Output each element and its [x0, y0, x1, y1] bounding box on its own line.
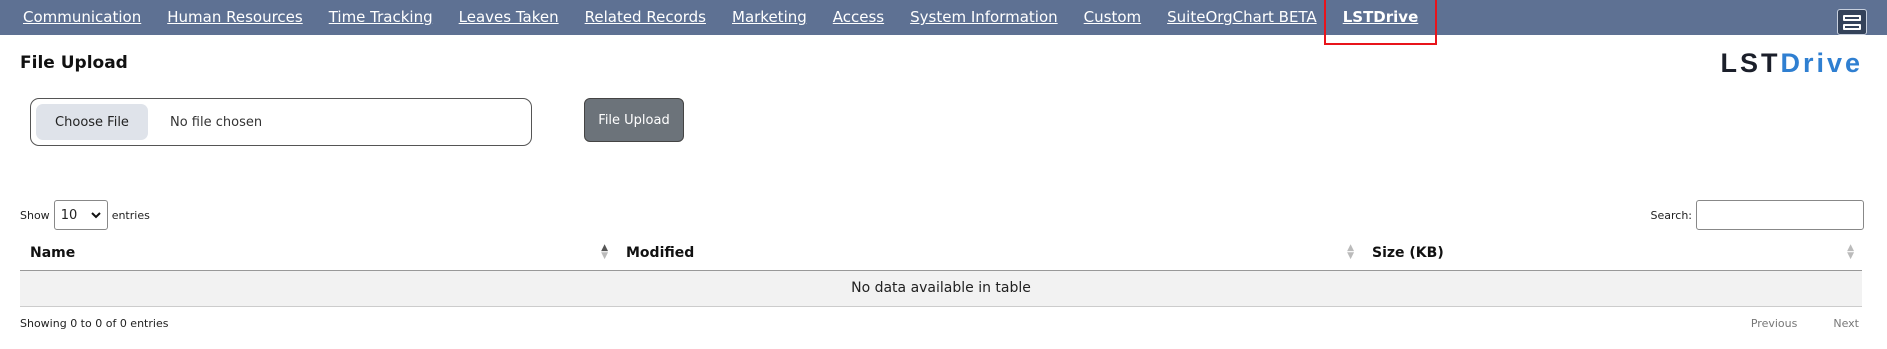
menu-icon: [1843, 14, 1861, 21]
page-length-select[interactable]: 10: [53, 200, 108, 230]
file-input[interactable]: Choose File No file chosen: [30, 98, 532, 146]
page-length-value: 10: [60, 207, 78, 223]
top-nav-bar: Communication Human Resources Time Track…: [0, 0, 1887, 45]
nav-item-custom[interactable]: Custom: [1071, 0, 1154, 35]
file-upload-button[interactable]: File Upload: [584, 98, 684, 142]
previous-page-button[interactable]: Previous: [1751, 317, 1798, 330]
nav-item-lstdrive[interactable]: LSTDrive: [1323, 0, 1438, 45]
table-header-row: Name ▲ ▼ Modified ▲ ▼ Size (KB) ▲ ▼: [20, 236, 1862, 271]
search-input[interactable]: [1696, 200, 1864, 230]
choose-file-button[interactable]: Choose File: [36, 104, 148, 140]
nav-item-marketing[interactable]: Marketing: [719, 0, 820, 35]
column-header-size[interactable]: Size (KB) ▲ ▼: [1362, 236, 1862, 271]
nav-item-time-tracking[interactable]: Time Tracking: [316, 0, 446, 35]
entries-label: entries: [111, 208, 150, 222]
logo-part-drive: Drive: [1780, 48, 1863, 78]
chevron-down-icon: [90, 211, 101, 218]
table-row: No data available in table: [20, 270, 1862, 307]
menu-icon-bar: [1843, 23, 1861, 30]
show-label: Show: [20, 208, 50, 222]
search-label: Search:: [1650, 208, 1693, 222]
page-length-control: Show 10 entries: [20, 200, 150, 230]
next-page-button[interactable]: Next: [1833, 317, 1859, 330]
nav-item-system-information[interactable]: System Information: [897, 0, 1071, 35]
column-header-modified-label: Modified: [626, 244, 695, 261]
file-status-text: No file chosen: [170, 114, 263, 130]
column-header-name-label: Name: [30, 244, 76, 261]
sort-icon: ▲ ▼: [1347, 243, 1354, 261]
nav-item-suiteorgchart[interactable]: SuiteOrgChart BETA: [1154, 0, 1330, 35]
nav-item-related-records[interactable]: Related Records: [572, 0, 719, 35]
table-search: Search:: [1650, 200, 1864, 230]
logo-part-lst: LST: [1720, 48, 1781, 78]
nav-item-human-resources[interactable]: Human Resources: [154, 0, 315, 35]
nav-menu: Communication Human Resources Time Track…: [0, 0, 1438, 45]
nav-item-lstdrive-label: LSTDrive: [1342, 8, 1419, 26]
nav-item-access[interactable]: Access: [820, 0, 897, 35]
nav-item-leaves-taken[interactable]: Leaves Taken: [446, 0, 572, 35]
empty-table-message: No data available in table: [20, 270, 1862, 307]
sort-icon: ▲ ▼: [601, 243, 608, 261]
pagination: Previous Next: [1751, 317, 1859, 330]
table-info: Showing 0 to 0 of 0 entries: [20, 317, 169, 330]
column-header-size-label: Size (KB): [1372, 244, 1444, 261]
files-table: Name ▲ ▼ Modified ▲ ▼ Size (KB) ▲ ▼ No data…: [20, 236, 1862, 307]
column-header-modified[interactable]: Modified ▲ ▼: [616, 236, 1362, 271]
sort-icon: ▲ ▼: [1847, 243, 1854, 261]
lstdrive-logo: LSTDrive: [1720, 48, 1863, 79]
nav-item-communication[interactable]: Communication: [10, 0, 154, 35]
page-title: File Upload: [20, 53, 128, 73]
menu-toggle-button[interactable]: [1837, 9, 1867, 35]
column-header-name[interactable]: Name ▲ ▼: [20, 236, 616, 271]
